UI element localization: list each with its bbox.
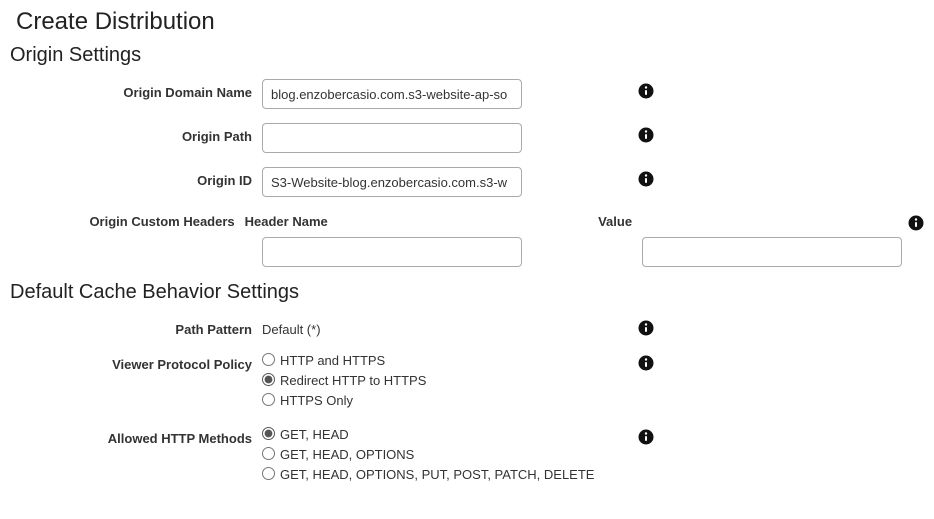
header-name-label: Header Name: [245, 214, 328, 229]
header-value-label: Value: [598, 214, 632, 229]
origin-domain-name-input[interactable]: [262, 79, 522, 109]
info-icon[interactable]: [638, 127, 654, 143]
radio-input[interactable]: [262, 427, 275, 440]
origin-custom-headers-label: Origin Custom Headers: [10, 214, 245, 229]
header-name-input[interactable]: [262, 237, 522, 267]
radio-input[interactable]: [262, 447, 275, 460]
allowed-methods-group: GET, HEADGET, HEAD, OPTIONSGET, HEAD, OP…: [262, 425, 632, 485]
radio-option[interactable]: HTTPS Only: [262, 391, 632, 411]
info-icon[interactable]: [638, 320, 654, 336]
radio-input[interactable]: [262, 393, 275, 406]
radio-option[interactable]: GET, HEAD, OPTIONS, PUT, POST, PATCH, DE…: [262, 465, 632, 485]
origin-path-label: Origin Path: [10, 123, 262, 144]
viewer-protocol-group: HTTP and HTTPSRedirect HTTP to HTTPSHTTP…: [262, 351, 632, 411]
radio-option[interactable]: Redirect HTTP to HTTPS: [262, 371, 632, 391]
origin-domain-name-label: Origin Domain Name: [10, 79, 262, 100]
origin-settings-heading: Origin Settings: [10, 44, 924, 67]
radio-input[interactable]: [262, 353, 275, 366]
radio-option[interactable]: GET, HEAD: [262, 425, 632, 445]
cache-settings-heading: Default Cache Behavior Settings: [10, 281, 924, 304]
info-icon[interactable]: [908, 215, 924, 231]
origin-id-label: Origin ID: [10, 167, 262, 188]
radio-input[interactable]: [262, 373, 275, 386]
viewer-protocol-label: Viewer Protocol Policy: [10, 351, 262, 372]
info-icon[interactable]: [638, 171, 654, 187]
origin-id-input[interactable]: [262, 167, 522, 197]
info-icon[interactable]: [638, 83, 654, 99]
info-icon[interactable]: [638, 355, 654, 371]
radio-option[interactable]: GET, HEAD, OPTIONS: [262, 445, 632, 465]
path-pattern-label: Path Pattern: [10, 316, 262, 337]
info-icon[interactable]: [638, 429, 654, 445]
header-value-input[interactable]: [642, 237, 902, 267]
radio-option[interactable]: HTTP and HTTPS: [262, 351, 632, 371]
page-title: Create Distribution: [10, 8, 924, 36]
path-pattern-value: Default (*): [262, 316, 632, 337]
radio-input[interactable]: [262, 467, 275, 480]
origin-path-input[interactable]: [262, 123, 522, 153]
allowed-methods-label: Allowed HTTP Methods: [10, 425, 262, 446]
